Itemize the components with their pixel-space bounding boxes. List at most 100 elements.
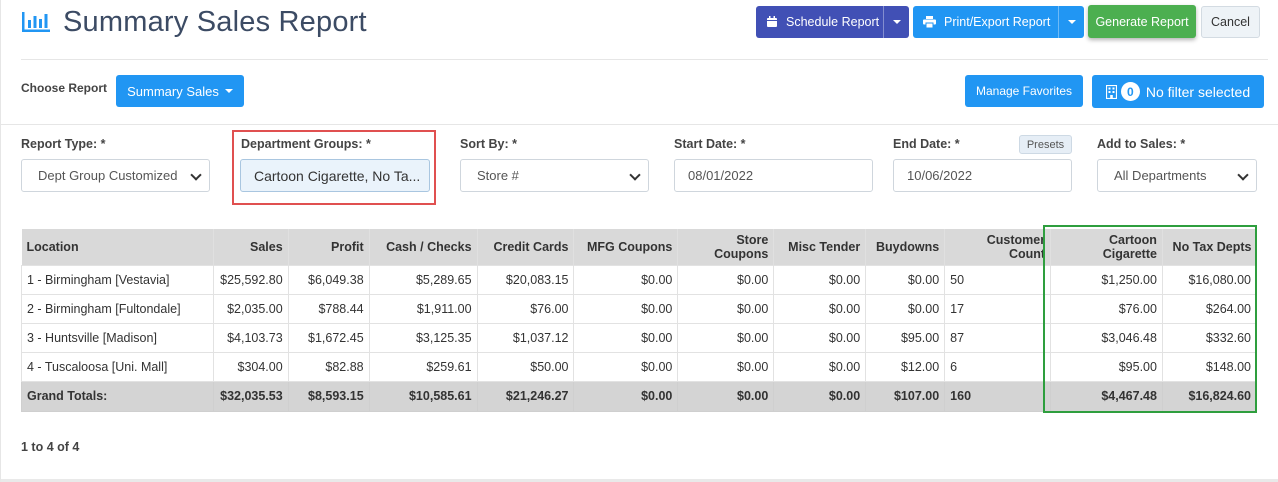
- column-header[interactable]: MFG Coupons: [573, 229, 678, 265]
- table-cell: $76.00: [1050, 293, 1163, 324]
- table-cell: $304.00: [212, 351, 289, 382]
- table-cell: $6,049.38: [287, 264, 370, 295]
- add-to-sales-select[interactable]: All Departments: [1097, 159, 1257, 192]
- table-cell: 4 - Tuscaloosa [Uni. Mall]: [21, 351, 214, 382]
- chevron-down-icon: [629, 169, 641, 181]
- header-divider: [21, 59, 1268, 60]
- column-header[interactable]: Location: [21, 229, 214, 265]
- table-cell: $0.00: [773, 380, 867, 412]
- table-cell: $0.00: [573, 264, 679, 295]
- table-cell: $0.00: [773, 322, 867, 353]
- column-header[interactable]: Cash / Checks: [368, 229, 478, 265]
- table-cell: $20,083.15: [476, 264, 575, 295]
- table-cell: $0.00: [677, 351, 775, 382]
- column-header[interactable]: Buydowns: [865, 229, 945, 265]
- end-date-value: 10/06/2022: [907, 168, 973, 183]
- report-type-select[interactable]: Dept Group Customized: [21, 159, 210, 192]
- department-groups-label: Department Groups: *: [241, 137, 371, 151]
- table-cell: 17: [944, 293, 1052, 324]
- table-cell: $0.00: [677, 380, 775, 412]
- column-header[interactable]: Store Coupons: [677, 229, 774, 265]
- table-cell: $0.00: [865, 264, 946, 295]
- schedule-report-label: Schedule Report: [786, 15, 880, 29]
- table-cell: $3,046.48: [1050, 322, 1163, 353]
- table-cell: 87: [944, 322, 1052, 353]
- schedule-report-button[interactable]: Schedule Report: [756, 6, 909, 38]
- add-to-sales-label: Add to Sales: *: [1097, 137, 1186, 151]
- start-date-input[interactable]: 08/01/2022: [674, 159, 873, 192]
- filters-divider: [1, 124, 1278, 125]
- table-cell: $0.00: [677, 293, 775, 324]
- table-cell: 1 - Birmingham [Vestavia]: [21, 264, 214, 295]
- choose-report-dropdown[interactable]: Summary Sales: [116, 75, 244, 107]
- sort-by-label: Sort By: *: [460, 137, 517, 151]
- table-header-row: Location Sales Profit Cash / Checks Cred…: [21, 229, 1257, 265]
- table-cell: 2 - Birmingham [Fultondale]: [21, 293, 214, 324]
- table-cell: $107.00: [865, 380, 946, 412]
- grand-totals-row: Grand Totals: $32,035.53 $8,593.15 $10,5…: [21, 380, 1258, 412]
- generate-report-button[interactable]: Generate Report: [1088, 5, 1196, 38]
- caret-down-icon: [224, 89, 233, 93]
- table-cell: $32,035.53: [212, 380, 289, 412]
- column-header[interactable]: Cartoon Cigarette: [1050, 229, 1163, 265]
- pagination-info: 1 to 4 of 4: [21, 440, 80, 454]
- table-cell: $82.88: [287, 351, 370, 382]
- table-cell: 160: [944, 380, 1052, 412]
- table-cell: $1,037.12: [476, 322, 575, 353]
- table-cell: $148.00: [1161, 351, 1258, 382]
- cancel-button[interactable]: Cancel: [1201, 6, 1260, 38]
- column-header[interactable]: Credit Cards: [476, 229, 574, 265]
- table-cell: $5,289.65: [368, 264, 478, 295]
- table-cell: $3,125.35: [368, 322, 478, 353]
- department-groups-select[interactable]: Cartoon Cigarette, No Ta...: [240, 159, 430, 192]
- table-cell: 6: [944, 351, 1052, 382]
- column-header[interactable]: Profit: [287, 229, 370, 265]
- table-cell: $0.00: [573, 322, 679, 353]
- table-cell: $25,592.80: [212, 264, 289, 295]
- end-date-label: End Date: *: [893, 137, 960, 151]
- table-cell: $0.00: [573, 351, 679, 382]
- filter-count-badge: 0: [1120, 82, 1140, 101]
- column-header[interactable]: No Tax Depts: [1161, 229, 1257, 265]
- table-cell: $95.00: [1050, 351, 1163, 382]
- table-cell: $0.00: [677, 264, 775, 295]
- add-to-sales-value: All Departments: [1114, 168, 1207, 183]
- table-row: 4 - Tuscaloosa [Uni. Mall] $304.00 $82.8…: [21, 351, 1258, 382]
- table-cell: $16,080.00: [1161, 264, 1258, 295]
- table-cell: $788.44: [287, 293, 370, 324]
- sort-by-select[interactable]: Store #: [460, 159, 649, 192]
- manage-favorites-button[interactable]: Manage Favorites: [965, 75, 1083, 107]
- print-export-button[interactable]: Print/Export Report: [913, 6, 1084, 38]
- column-header[interactable]: Misc Tender: [773, 229, 866, 265]
- table-cell: $0.00: [573, 293, 679, 324]
- table-cell: $259.61: [368, 351, 478, 382]
- choose-report-value: Summary Sales: [127, 83, 219, 99]
- chevron-down-icon: [190, 169, 202, 181]
- report-type-label: Report Type: *: [21, 137, 106, 151]
- table-row: 1 - Birmingham [Vestavia] $25,592.80 $6,…: [21, 264, 1258, 295]
- filter-button[interactable]: 0 No filter selected: [1092, 75, 1264, 108]
- table-cell: $95.00: [865, 322, 946, 353]
- table-cell: $10,585.61: [368, 380, 478, 412]
- column-header[interactable]: Sales: [212, 229, 289, 265]
- table-cell: $4,103.73: [212, 322, 289, 353]
- building-icon: [1105, 84, 1117, 99]
- calendar-icon: [767, 16, 777, 27]
- report-page: Summary Sales Report Schedule Report Pri…: [0, 0, 1278, 482]
- department-groups-value: Cartoon Cigarette, No Ta...: [254, 167, 421, 184]
- presets-button[interactable]: Presets: [1019, 135, 1072, 154]
- caret-down-icon: [1067, 20, 1076, 24]
- end-date-input[interactable]: 10/06/2022: [893, 159, 1072, 192]
- table-cell: $2,035.00: [212, 293, 289, 324]
- table-cell: $332.60: [1161, 322, 1258, 353]
- table-cell: $0.00: [773, 264, 867, 295]
- schedule-dropdown-toggle[interactable]: [883, 6, 909, 38]
- column-header[interactable]: Customer Count: [944, 229, 1051, 265]
- print-dropdown-toggle[interactable]: [1058, 6, 1084, 38]
- table-cell: $0.00: [773, 293, 867, 324]
- table-cell: $16,824.60: [1161, 380, 1258, 412]
- sales-table: Location Sales Profit Cash / Checks Cred…: [21, 229, 1258, 412]
- table-cell: Grand Totals:: [21, 380, 214, 412]
- table-cell: $0.00: [773, 351, 867, 382]
- printer-icon: [923, 16, 936, 28]
